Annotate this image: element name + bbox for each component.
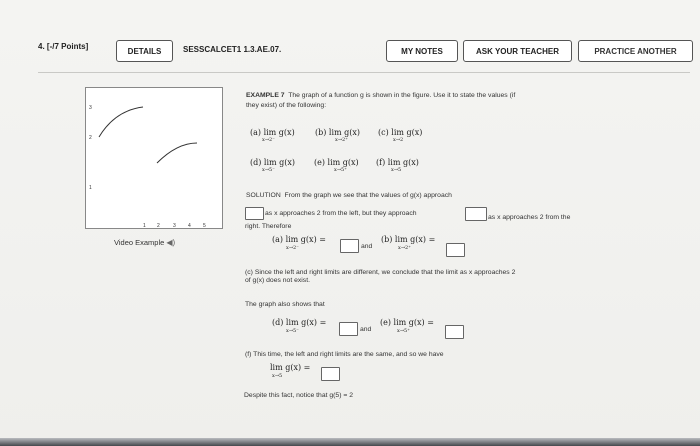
limit-a-label: (a) — [250, 128, 262, 137]
answer-b-label: (b) — [381, 235, 393, 244]
example-intro-line1: The graph of a function g is shown in th… — [288, 92, 516, 99]
details-button[interactable]: DETAILS — [116, 40, 173, 62]
answer-d: (d) lim g(x) = x→5⁻ — [272, 318, 327, 334]
x-tick-3: 3 — [173, 223, 176, 229]
f-line: (f) This time, the left and right limits… — [245, 351, 444, 358]
and-2: and — [360, 326, 372, 333]
function-graph: 3 2 1 1 2 3 4 5 — [85, 87, 223, 229]
example-intro-line2: they exist) of the following: — [246, 102, 327, 109]
video-example-link[interactable]: Video Example ◀) — [114, 238, 175, 247]
answer-f: lim g(x) = x→5 — [270, 363, 311, 379]
answer-box-a[interactable] — [340, 239, 359, 253]
x-tick-4: 4 — [188, 223, 191, 229]
limit-a: (a) lim g(x) x→2⁻ — [250, 128, 295, 143]
limit-a-expr: lim g(x) — [263, 128, 295, 137]
window-bottom-edge — [0, 438, 700, 446]
answer-a-expr: lim g(x) — [285, 235, 317, 244]
answer-f-expr: lim g(x) — [270, 363, 302, 372]
limit-f: (f) lim g(x) x→5 — [376, 158, 419, 173]
answer-f-sub: x→5 — [272, 373, 283, 379]
limit-e-label: (e) — [314, 158, 325, 167]
example-intro: EXAMPLE 7 The graph of a function g is s… — [246, 91, 515, 100]
answer-box-b[interactable] — [446, 243, 465, 257]
course-code: SESSCALCET1 1.3.AE.07. — [183, 45, 282, 54]
limit-b-label: (b) — [315, 128, 327, 137]
limit-b: (b) lim g(x) x→2⁺ — [315, 128, 361, 143]
answer-e-equals: = — [427, 318, 434, 327]
answer-e-label: (e) — [380, 318, 391, 327]
limit-c-sub: x→2 — [393, 137, 404, 143]
answer-f-equals: = — [303, 363, 311, 372]
video-example-label: Video Example — [114, 238, 165, 247]
y-tick-2: 2 — [89, 135, 92, 141]
answer-box-right-limit[interactable] — [465, 207, 487, 221]
solution-line2a: as x approaches 2 from the left, but the… — [265, 210, 417, 217]
limit-f-label: (f) — [376, 158, 386, 167]
y-tick-3: 3 — [89, 105, 92, 111]
answer-d-equals: = — [319, 318, 327, 327]
y-tick-1: 1 — [89, 185, 92, 191]
limit-f-expr: lim g(x) — [387, 158, 419, 167]
answer-a-sub: x→2⁻ — [286, 245, 299, 251]
limit-e-sub: x→5⁺ — [334, 167, 347, 173]
answer-box-left-limit[interactable] — [245, 207, 264, 220]
answer-e-expr: lim g(x) — [393, 318, 425, 327]
divider — [38, 72, 690, 73]
limit-c-label: (c) — [378, 128, 389, 137]
answer-b-equals: = — [428, 235, 436, 244]
screen: 4. [-/7 Points] DETAILS SESSCALCET1 1.3.… — [0, 0, 700, 446]
solution-line3: right. Therefore — [245, 223, 292, 230]
limit-d-expr: lim g(x) — [263, 158, 296, 167]
question-header: 4. [-/7 Points] — [38, 42, 88, 51]
limit-a-sub: x→2⁻ — [262, 137, 275, 143]
my-notes-button[interactable]: MY NOTES — [386, 40, 458, 62]
limit-f-sub: x→5 — [391, 167, 402, 173]
question-number: 4. — [38, 42, 45, 51]
answer-b: (b) lim g(x) = x→2⁺ — [381, 235, 436, 251]
answer-a-equals: = — [319, 235, 326, 244]
limit-e-expr: lim g(x) — [327, 158, 359, 167]
solution-heading: SOLUTION — [246, 192, 281, 199]
answer-e-sub: x→5⁺ — [397, 328, 410, 334]
points-label: [-/7 Points] — [46, 42, 89, 51]
x-tick-1: 1 — [143, 223, 146, 229]
limit-b-expr: lim g(x) — [328, 128, 361, 137]
answer-e: (e) lim g(x) = x→5⁺ — [380, 318, 434, 334]
answer-b-expr: lim g(x) — [394, 235, 427, 244]
answer-d-expr: lim g(x) — [285, 318, 318, 327]
answer-a: (a) lim g(x) = x→2⁻ — [272, 235, 326, 251]
c-line2: of g(x) does not exist. — [245, 277, 310, 284]
answer-a-label: (a) — [272, 235, 284, 244]
speaker-icon: ◀) — [166, 238, 176, 247]
limit-b-sub: x→2⁺ — [335, 137, 348, 143]
limit-c: (c) lim g(x) x→2 — [378, 128, 423, 143]
despite-text: Despite this fact, notice that g(5) = 2 — [244, 392, 353, 399]
limit-c-expr: lim g(x) — [391, 128, 423, 137]
answer-d-label: (d) — [272, 318, 284, 327]
answer-b-sub: x→2⁺ — [398, 245, 411, 251]
ask-teacher-button[interactable]: ASK YOUR TEACHER — [463, 40, 572, 62]
solution-line2b: as x approaches 2 from the — [488, 214, 571, 221]
example-heading: EXAMPLE 7 — [246, 92, 285, 99]
answer-box-e[interactable] — [445, 325, 464, 339]
practice-another-button[interactable]: PRACTICE ANOTHER — [578, 40, 693, 62]
limit-d: (d) lim g(x) x→5⁻ — [250, 158, 296, 173]
graph-also-text: The graph also shows that — [245, 301, 325, 308]
x-tick-2: 2 — [157, 223, 160, 229]
answer-d-sub: x→5⁻ — [286, 328, 299, 334]
x-tick-5: 5 — [203, 223, 206, 229]
limit-e: (e) lim g(x) x→5⁺ — [314, 158, 359, 173]
limit-d-sub: x→5⁻ — [262, 167, 275, 173]
solution-line1: SOLUTION From the graph we see that the … — [246, 191, 452, 200]
solution-text1: From the graph we see that the values of… — [284, 192, 452, 199]
graph-frame — [85, 87, 223, 229]
answer-box-f[interactable] — [321, 367, 340, 381]
limit-d-label: (d) — [250, 158, 262, 167]
and-1: and — [361, 243, 373, 250]
answer-box-d[interactable] — [339, 322, 358, 336]
